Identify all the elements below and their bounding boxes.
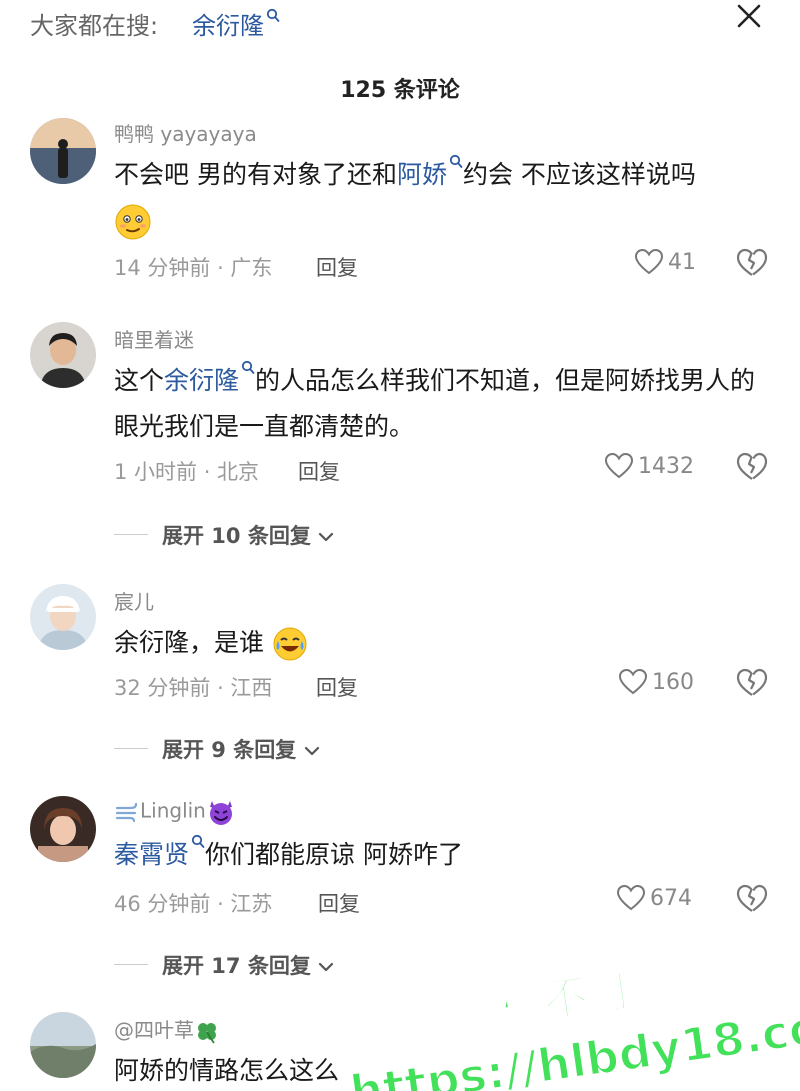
expand-label: 展开 9 条回复 xyxy=(162,738,297,762)
reply-button[interactable]: 回复 xyxy=(316,672,358,702)
comment-text: 余衍隆，是谁 xyxy=(114,620,764,666)
search-icon xyxy=(266,8,280,22)
comment-meta: 14 分钟前 · 广东 xyxy=(114,256,273,280)
expand-replies[interactable]: 展开 10 条回复 xyxy=(0,520,800,550)
like-count: 41 xyxy=(668,249,696,275)
chevron-down-icon xyxy=(304,746,319,756)
hot-search-label: 大家都在搜: xyxy=(30,12,159,40)
avatar[interactable] xyxy=(30,322,96,388)
mention-text: 阿娇 xyxy=(396,160,447,189)
comment-item: @四叶草 阿娇的情路怎么这么 xyxy=(0,1012,800,1091)
mention-text: 余衍隆 xyxy=(164,366,240,395)
search-icon xyxy=(241,360,255,374)
expand-replies[interactable]: 展开 9 条回复 xyxy=(0,734,800,764)
broken-heart-icon xyxy=(736,452,768,480)
heart-icon xyxy=(604,452,634,479)
expand-replies-button[interactable]: 展开 10 条回复 xyxy=(162,520,334,550)
comment-username[interactable]: 暗里着迷 xyxy=(114,324,194,353)
comment-item: 宸儿 余衍隆，是谁 32 分钟前 · 江西 回复 160 展开 9 条回复 xyxy=(0,584,800,764)
heart-icon xyxy=(616,884,646,911)
dislike-button[interactable] xyxy=(736,884,768,918)
dislike-button[interactable] xyxy=(736,452,768,486)
search-icon xyxy=(449,154,463,168)
comment-text-part: 这个 xyxy=(114,366,165,395)
comment-text-part: 余衍隆，是谁 xyxy=(114,628,265,657)
comment-text: 不会吧 男的有对象了还和阿娇 约会 不应该这样说吗 xyxy=(114,152,764,244)
heart-icon xyxy=(634,248,664,275)
comment-item: Linglin 秦霄贤 你们都能原谅 阿娇咋了 46 分钟前 · 江苏 回复 67… xyxy=(0,796,800,986)
chevron-down-icon xyxy=(319,962,334,972)
reply-button[interactable]: 回复 xyxy=(316,252,358,282)
mention-text: 秦霄贤 xyxy=(114,840,190,869)
avatar[interactable] xyxy=(30,584,96,650)
like-button[interactable]: 41 xyxy=(634,248,696,276)
comment-text-part: 约会 不应该这样说吗 xyxy=(462,160,696,189)
comment-username: @四叶草 xyxy=(114,1018,194,1042)
like-button[interactable]: 674 xyxy=(616,884,692,912)
divider xyxy=(114,534,148,535)
like-button[interactable]: 1432 xyxy=(604,452,694,480)
close-button[interactable] xyxy=(732,0,768,36)
expand-label: 展开 10 条回复 xyxy=(162,524,311,548)
avatar[interactable] xyxy=(30,796,96,862)
comment-text: 秦霄贤 你们都能原谅 阿娇咋了 xyxy=(114,832,764,878)
comment-item: 暗里着迷 这个余衍隆 的人品怎么样我们不知道，但是阿娇找男人的眼光我们是一直都清楚… xyxy=(0,322,800,552)
comment-username-row[interactable]: Linglin xyxy=(114,798,236,826)
dash-icon xyxy=(115,802,138,823)
comment-text-part: 不会吧 男的有对象了还和 xyxy=(114,160,397,189)
comment-meta: 32 分钟前 · 江西 xyxy=(114,676,273,700)
like-count: 674 xyxy=(650,885,692,911)
comment-username[interactable]: 鸭鸭 yayayaya xyxy=(114,118,257,147)
like-count: 1432 xyxy=(638,453,694,479)
dislike-button[interactable] xyxy=(736,248,768,282)
hot-search-link[interactable]: 余衍隆 xyxy=(192,6,280,41)
top-bar: 大家都在搜: 余衍隆 xyxy=(0,0,800,52)
comment-meta: 1 小时前 · 北京 xyxy=(114,460,260,484)
broken-heart-icon xyxy=(736,884,768,912)
comment-text: 阿娇的情路怎么这么 xyxy=(114,1056,340,1085)
dislike-button[interactable] xyxy=(736,668,768,702)
divider xyxy=(114,964,148,965)
hot-search-term: 余衍隆 xyxy=(192,12,264,40)
avatar[interactable] xyxy=(30,1012,96,1078)
mention-link[interactable]: 秦霄贤 xyxy=(114,834,205,869)
comment-username[interactable]: 宸儿 xyxy=(114,586,154,615)
smiling-devil-icon xyxy=(209,801,232,825)
four-leaf-clover-icon xyxy=(198,1022,216,1044)
divider xyxy=(114,748,148,749)
expand-label: 展开 17 条回复 xyxy=(162,954,311,978)
comment-count-title: 125 条评论 xyxy=(340,78,460,103)
broken-heart-icon xyxy=(736,668,768,696)
comment-item: 鸭鸭 yayayaya 不会吧 男的有对象了还和阿娇 约会 不应该这样说吗 14 … xyxy=(0,118,800,298)
mention-link[interactable]: 余衍隆 xyxy=(164,360,255,395)
avatar[interactable] xyxy=(30,118,96,184)
like-count: 160 xyxy=(652,669,694,695)
expand-replies-button[interactable]: 展开 9 条回复 xyxy=(162,734,320,764)
comment-meta: 46 分钟前 · 江苏 xyxy=(114,892,273,916)
mention-link[interactable]: 阿娇 xyxy=(396,154,463,189)
emoji-smirk-icon xyxy=(115,204,151,240)
comment-username: Linglin xyxy=(140,798,206,823)
search-icon xyxy=(191,834,205,848)
heart-icon xyxy=(618,668,648,695)
like-button[interactable]: 160 xyxy=(618,668,694,696)
comment-text-part: 你们都能原谅 阿娇咋了 xyxy=(205,840,463,869)
comment-text: 这个余衍隆 的人品怎么样我们不知道，但是阿娇找男人的眼光我们是一直都清楚的。 xyxy=(114,358,764,450)
expand-replies[interactable]: 展开 17 条回复 xyxy=(0,950,800,980)
reply-button[interactable]: 回复 xyxy=(298,456,340,486)
close-icon xyxy=(737,4,761,28)
broken-heart-icon xyxy=(736,248,768,276)
comment-username-row[interactable]: @四叶草 xyxy=(114,1014,220,1044)
chevron-down-icon xyxy=(319,532,334,542)
emoji-laugh-cry-icon xyxy=(273,627,307,661)
reply-button[interactable]: 回复 xyxy=(318,888,360,918)
expand-replies-button[interactable]: 展开 17 条回复 xyxy=(162,950,334,980)
